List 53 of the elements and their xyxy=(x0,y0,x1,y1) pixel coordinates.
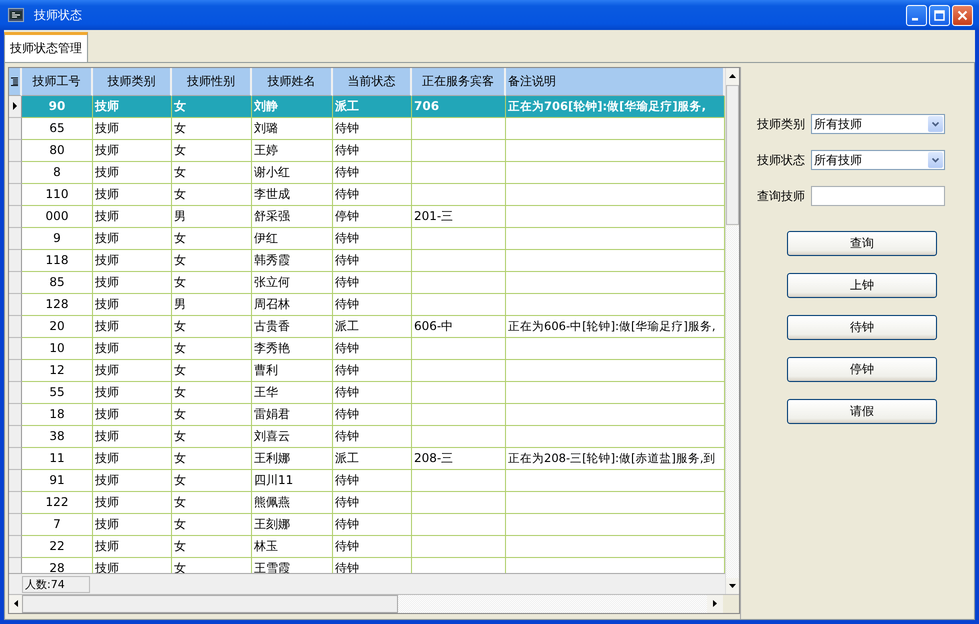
dropdown-field[interactable]: 所有技师 xyxy=(811,114,945,134)
table-row[interactable]: 9 技师 女 伊红 待钟 xyxy=(9,228,725,250)
list-icon xyxy=(11,76,18,86)
maximize-button[interactable] xyxy=(929,4,950,26)
table-row[interactable]: 22 技师 女 林玉 待钟 xyxy=(9,536,725,558)
app-icon xyxy=(8,8,24,22)
table-row[interactable]: 8 技师 女 谢小红 待钟 xyxy=(9,162,725,184)
chevron-down-icon[interactable] xyxy=(932,158,939,162)
close-button[interactable] xyxy=(952,4,973,26)
scroll-down-icon[interactable] xyxy=(729,584,736,588)
table-row[interactable]: 20 技师 女 古贵香 派工 606-中 正在为606-中[轮钟]:做[华瑜足疗]服务, xyxy=(9,316,725,338)
scroll-thumb[interactable] xyxy=(726,85,739,225)
row-selector[interactable] xyxy=(9,96,22,118)
table-row[interactable]: 122 技师 女 熊佩燕 待钟 xyxy=(9,492,725,514)
maximize-icon[interactable] xyxy=(934,10,945,20)
field-label: 技师状态 xyxy=(757,152,806,168)
horizontal-scrollbar[interactable] xyxy=(9,594,739,613)
scroll-right-icon[interactable] xyxy=(713,600,717,606)
chevron-down-icon[interactable] xyxy=(932,122,939,126)
table-row[interactable]: 7 技师 女 王刻娜 待钟 xyxy=(9,514,725,536)
table-row[interactable]: 18 技师 女 雷娟君 待钟 xyxy=(9,404,725,426)
table-row[interactable]: 12 技师 女 曹利 待钟 xyxy=(9,360,725,382)
action-button[interactable]: 停钟 xyxy=(787,357,937,382)
scroll-thumb[interactable] xyxy=(22,595,398,613)
action-button[interactable]: 查询 xyxy=(787,231,937,256)
table-row[interactable]: 110 技师 女 李世成 待钟 xyxy=(9,184,725,206)
scroll-left-icon[interactable] xyxy=(14,600,18,606)
table-row[interactable]: 118 技师 女 韩秀霞 待钟 xyxy=(9,250,725,272)
minimize-button[interactable] xyxy=(906,4,927,26)
table-row[interactable]: 65 技师 女 刘璐 待钟 xyxy=(9,118,725,140)
field-label: 查询技师 xyxy=(757,188,806,204)
table-row[interactable]: 85 技师 女 张立何 待钟 xyxy=(9,272,725,294)
action-button[interactable]: 请假 xyxy=(787,399,937,424)
table-row[interactable]: 10 技师 女 李秀艳 待钟 xyxy=(9,338,725,360)
field-label: 技师类别 xyxy=(757,116,806,132)
input-field[interactable] xyxy=(811,186,945,206)
table-row[interactable]: 91 技师 女 四川11 待钟 xyxy=(9,470,725,492)
row-count: 人数:74 xyxy=(22,576,90,593)
dropdown-field[interactable]: 所有技师 xyxy=(811,150,945,170)
table-row[interactable]: 55 技师 女 王华 待钟 xyxy=(9,382,725,404)
vertical-scrollbar[interactable] xyxy=(725,68,739,594)
window-title: 技师状态 xyxy=(34,6,83,24)
action-button[interactable]: 待钟 xyxy=(787,315,937,340)
scroll-up-icon[interactable] xyxy=(729,74,736,78)
action-button[interactable]: 上钟 xyxy=(787,273,937,298)
pointer-icon xyxy=(13,102,17,110)
table-row[interactable]: 80 技师 女 王婷 待钟 xyxy=(9,140,725,162)
table-row[interactable]: 128 技师 男 周召林 待钟 xyxy=(9,294,725,316)
table-row[interactable]: 000 技师 男 舒采强 停钟 201-三 xyxy=(9,206,725,228)
table-row[interactable]: 11 技师 女 王利娜 派工 208-三 正在为208-三[轮钟]:做[赤道盐]服务,到 xyxy=(9,448,725,470)
close-icon[interactable] xyxy=(957,10,968,20)
tab[interactable]: 技师状态管理 xyxy=(4,32,88,62)
table-row[interactable]: 38 技师 女 刘喜云 待钟 xyxy=(9,426,725,448)
